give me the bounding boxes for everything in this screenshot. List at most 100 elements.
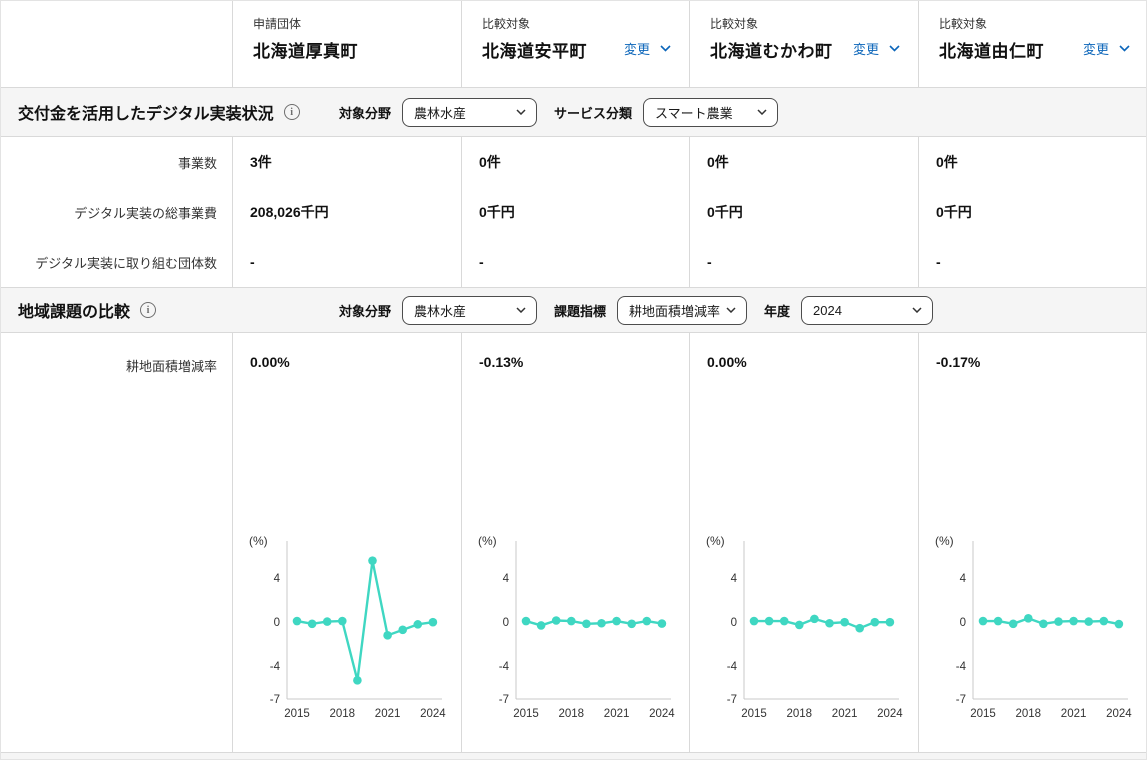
x-tick-label: 2015 (741, 708, 767, 720)
row-label: 耕地面積増減率 (1, 333, 232, 754)
issue-indicator-select[interactable]: 耕地面積増減率 (617, 296, 747, 325)
section1-filters: 対象分野 農林水産 サービス分類 スマート農業 (339, 88, 778, 136)
unit-label: (%) (935, 534, 954, 548)
x-tick-label: 2015 (513, 708, 539, 720)
data-point (994, 617, 1003, 626)
y-tick-label: 4 (503, 573, 510, 585)
trend-chart-1: (%)40-4-72015201820212024 (465, 529, 677, 729)
x-tick-label: 2024 (1106, 708, 1132, 720)
data-point (840, 618, 849, 627)
chevron-down-icon (889, 45, 900, 52)
data-point (1084, 617, 1093, 626)
year-select[interactable]: 2024 (801, 296, 933, 325)
data-point (780, 617, 789, 626)
comparison-role-label: 比較対象 (939, 16, 1128, 33)
data-point (825, 619, 834, 628)
metric-value: 0件 (918, 137, 1147, 187)
change-label: 変更 (1083, 39, 1109, 58)
digital-implementation-section-bar: 交付金を活用したデジタル実装状況 i 対象分野 農林水産 サービス分類 スマート… (1, 87, 1146, 137)
metric-value: 0千円 (689, 187, 918, 237)
y-tick-label: -7 (956, 694, 966, 706)
info-icon[interactable]: i (140, 302, 156, 318)
trend-line (983, 618, 1119, 624)
comparison-column-header-1: 比較対象 北海道安平町 変更 (461, 1, 689, 87)
compare-cell-3: -0.17% (%)40-4-72015201820212024 (918, 333, 1147, 754)
x-tick-label: 2015 (970, 708, 996, 720)
data-point (886, 618, 895, 627)
regional-issues-section-bar: 地域課題の比較 i 対象分野 農林水産 課題指標 耕地面積増減率 年度 2024 (1, 287, 1146, 333)
service-category-label: サービス分類 (554, 103, 632, 122)
change-municipality-button-1[interactable]: 変更 (624, 39, 671, 58)
metric-value: 3件 (232, 137, 461, 187)
target-field-value: 農林水産 (414, 103, 466, 122)
target-field-select[interactable]: 農林水産 (402, 98, 537, 127)
rate-value: -0.17% (919, 333, 1147, 370)
data-point (765, 617, 774, 626)
data-point (750, 617, 759, 626)
chevron-down-icon (516, 109, 526, 115)
issue-indicator-label: 課題指標 (554, 301, 606, 320)
data-point (398, 626, 407, 635)
year-value: 2024 (813, 303, 842, 318)
data-point (1039, 620, 1048, 629)
x-tick-label: 2021 (604, 708, 630, 720)
projects-count-row: 事業数 3件 0件 0件 0件 (1, 137, 1146, 187)
data-point (567, 617, 576, 626)
data-point (368, 556, 377, 565)
data-point (1115, 620, 1124, 629)
y-tick-label: -7 (270, 694, 280, 706)
x-tick-label: 2024 (420, 708, 446, 720)
header-empty-cell (1, 1, 232, 87)
y-tick-label: -4 (956, 661, 967, 673)
data-point (1024, 614, 1033, 623)
row-label: デジタル実装に取り組む団体数 (1, 237, 232, 287)
x-tick-label: 2024 (649, 708, 675, 720)
x-tick-label: 2015 (284, 708, 310, 720)
applicant-role-label: 申請団体 (253, 16, 441, 33)
compare-cell-applicant: 0.00% (%)40-4-72015201820212024 (232, 333, 461, 754)
y-tick-label: 4 (960, 573, 967, 585)
x-tick-label: 2021 (1061, 708, 1087, 720)
trend-chart-3: (%)40-4-72015201820212024 (922, 529, 1134, 729)
section2-title: 地域課題の比較 (18, 298, 130, 322)
rate-value: -0.13% (462, 333, 689, 370)
chevron-down-icon (726, 307, 736, 313)
data-point (338, 617, 347, 626)
target-field-select-2[interactable]: 農林水産 (402, 296, 537, 325)
data-point (795, 621, 804, 630)
x-tick-label: 2018 (1016, 708, 1042, 720)
data-point (627, 620, 636, 629)
compare-cell-2: 0.00% (%)40-4-72015201820212024 (689, 333, 918, 754)
target-field-label: 対象分野 (339, 103, 391, 122)
data-point (658, 619, 667, 628)
data-point (855, 624, 864, 633)
trend-line (526, 621, 662, 626)
y-tick-label: -4 (270, 661, 281, 673)
issue-indicator-value: 耕地面積増減率 (629, 301, 720, 320)
change-municipality-button-3[interactable]: 変更 (1083, 39, 1130, 58)
year-label: 年度 (764, 301, 790, 320)
data-point (537, 621, 546, 630)
metric-value: - (689, 237, 918, 287)
chevron-down-icon (1119, 45, 1130, 52)
data-point (1100, 617, 1109, 626)
data-point (643, 617, 652, 626)
change-municipality-button-2[interactable]: 変更 (853, 39, 900, 58)
info-icon[interactable]: i (284, 104, 300, 120)
data-point (810, 615, 819, 624)
data-point (522, 617, 531, 626)
service-category-select[interactable]: スマート農業 (643, 98, 778, 127)
data-point (871, 618, 880, 627)
unit-label: (%) (478, 534, 497, 548)
y-tick-label: 0 (731, 617, 737, 629)
target-field-label: 対象分野 (339, 301, 391, 320)
data-point (293, 617, 302, 626)
y-tick-label: -4 (727, 661, 738, 673)
section1-title: 交付金を活用したデジタル実装状況 (18, 100, 274, 124)
trend-chart-2: (%)40-4-72015201820212024 (693, 529, 905, 729)
data-point (353, 676, 362, 685)
comparison-role-label: 比較対象 (482, 16, 669, 33)
change-label: 変更 (853, 39, 879, 58)
x-tick-label: 2018 (330, 708, 356, 720)
applicant-column-header: 申請団体 北海道厚真町 (232, 1, 461, 87)
